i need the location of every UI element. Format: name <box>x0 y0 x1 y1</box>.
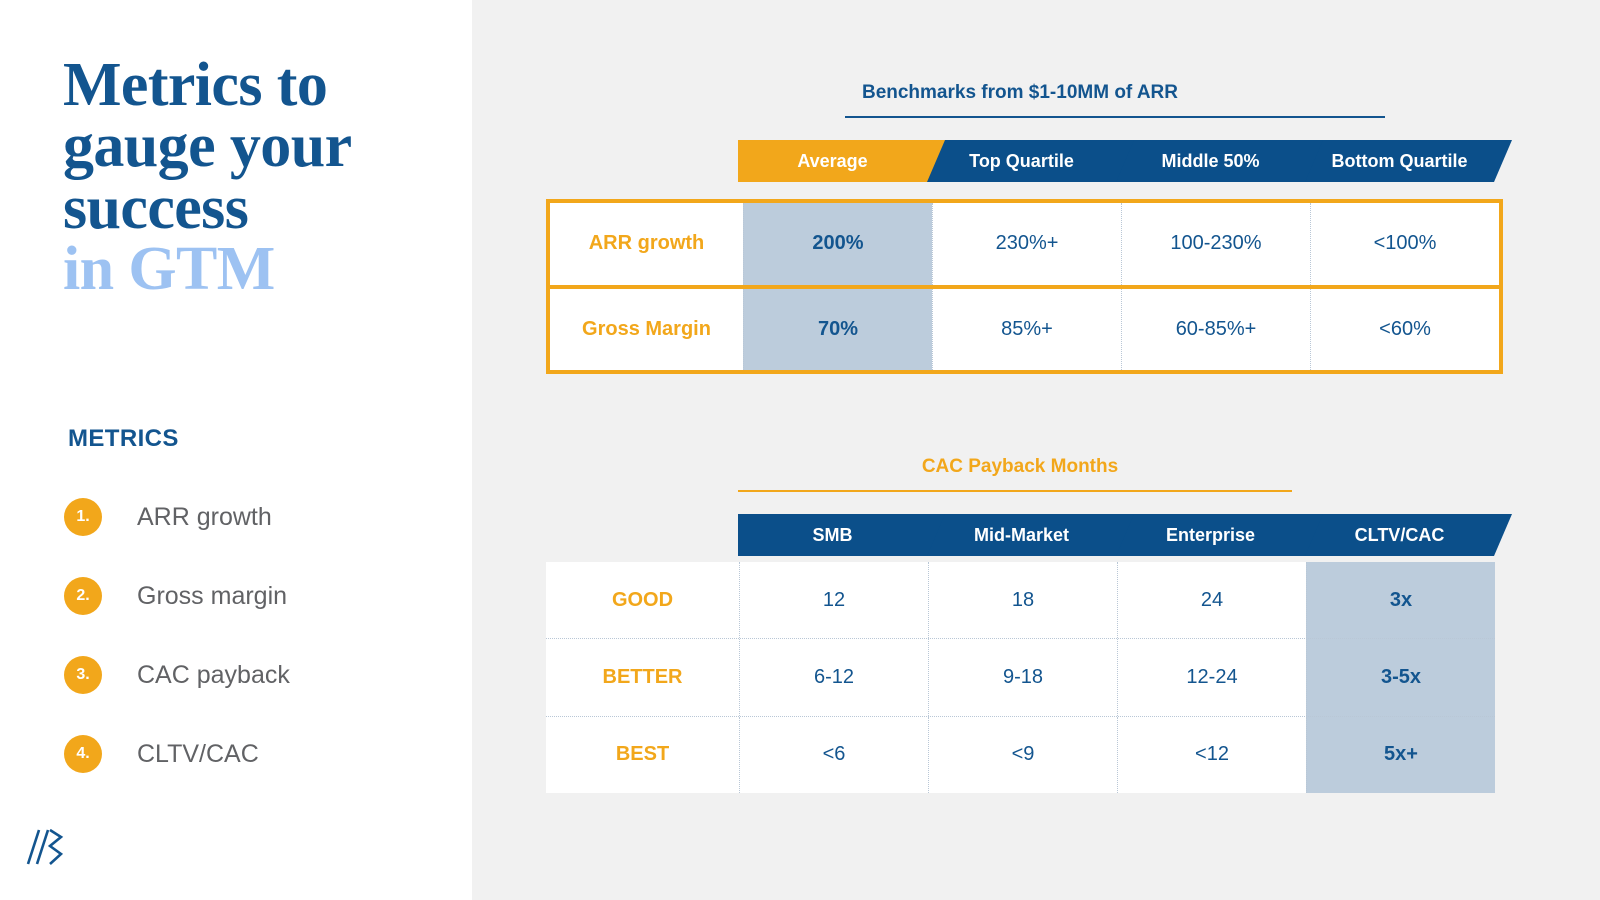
metric-number-badge: 3. <box>64 656 102 694</box>
metric-number-badge: 4. <box>64 735 102 773</box>
metric-item-4[interactable]: 4. CLTV/CAC <box>64 731 444 810</box>
table-cell: 60-85%+ <box>1121 288 1310 370</box>
row-label: ARR growth <box>588 232 705 255</box>
table-cell: 100-230% <box>1121 203 1310 285</box>
table-cell: 5x+ <box>1306 716 1495 793</box>
column-header-label: Top Quartile <box>969 150 1074 171</box>
data-table-benchmarks: ARR growth 200% 230%+ 100-230% <100% Gross Ma… <box>546 199 1503 374</box>
table-block-cac-payback: CAC Payback Months SMB Mid-Market Enterpris… <box>546 0 1494 900</box>
column-header-tab[interactable]: Middle 50% <box>1116 140 1323 182</box>
column-header-tab[interactable]: Mid-Market <box>927 514 1134 556</box>
column-header-label: Mid-Market <box>973 524 1069 545</box>
title-line-1: Metrics to <box>63 51 328 119</box>
title-line-4-accent: in GTM <box>63 235 275 304</box>
metrics-heading: METRICS <box>68 425 179 452</box>
table-cell: 3x <box>1306 562 1495 639</box>
table-cell: <9 <box>928 716 1117 793</box>
left-panel: Metrics to gauge your success in GTM MET… <box>0 0 472 900</box>
row-label: BEST <box>615 743 670 766</box>
column-header-label: Enterprise <box>1165 524 1256 545</box>
page-title: Metrics to gauge your success in GTM <box>63 51 443 304</box>
table-cell: <100% <box>1310 203 1499 285</box>
metric-number-badge: 1. <box>64 498 102 536</box>
table-cell: 12 <box>739 562 928 639</box>
table-row: BETTER 6-12 9-18 12-24 3-5x <box>546 638 1495 716</box>
column-header-tab[interactable]: Top Quartile <box>927 140 1134 182</box>
column-header-label: Middle 50% <box>1161 150 1260 171</box>
slide-canvas: Metrics to gauge your success in GTM MET… <box>0 0 1600 900</box>
column-header-label: Bottom Quartile <box>1331 150 1468 171</box>
metric-item-1[interactable]: 1. ARR growth <box>64 494 444 573</box>
title-line-3: success <box>63 173 249 242</box>
row-label: Gross Margin <box>582 317 711 340</box>
table-title-cac-payback: CAC Payback Months <box>921 456 1119 477</box>
table-cell: <60% <box>1310 288 1499 370</box>
table-title-rule-cac-payback <box>738 490 1292 492</box>
table-cell: 12-24 <box>1117 639 1306 716</box>
table-cell: 70% <box>743 288 932 370</box>
table-cell: 3-5x <box>1306 639 1495 716</box>
column-header-label: Average <box>797 150 868 171</box>
metric-item-3[interactable]: 3. CAC payback <box>64 652 444 731</box>
company-logo-mark <box>24 824 68 870</box>
column-header-tab[interactable]: Average <box>738 140 945 182</box>
table-cell: 18 <box>928 562 1117 639</box>
row-label: BETTER <box>602 665 683 688</box>
data-table-cac-payback: GOOD 12 18 24 3x BETTER 6-12 9-18 12-24 3-5x BEST <… <box>546 562 1495 793</box>
row-label: GOOD <box>611 588 674 611</box>
table-row: ARR growth 200% 230%+ 100-230% <100% <box>550 203 1499 285</box>
metric-number-badge: 2. <box>64 577 102 615</box>
table-cell: 85%+ <box>932 288 1121 370</box>
title-line-2: gauge your <box>63 112 352 181</box>
metric-item-label: Gross margin <box>137 582 288 610</box>
table-cell: 6-12 <box>739 639 928 716</box>
column-header-tab[interactable]: CLTV/CAC <box>1305 514 1512 556</box>
column-header-tab[interactable]: Bottom Quartile <box>1305 140 1512 182</box>
table-cell: <6 <box>739 716 928 793</box>
column-header-label: CLTV/CAC <box>1354 524 1445 545</box>
metric-item-label: CLTV/CAC <box>137 740 259 768</box>
table-cell: 24 <box>1117 562 1306 639</box>
table-row: BEST <6 <9 <12 5x+ <box>546 715 1495 793</box>
metric-item-label: CAC payback <box>137 661 290 689</box>
column-header-tab[interactable]: Enterprise <box>1116 514 1323 556</box>
table-cell: 9-18 <box>928 639 1117 716</box>
column-header-tab[interactable]: SMB <box>738 514 945 556</box>
table-cell: 230%+ <box>932 203 1121 285</box>
table-row: GOOD 12 18 24 3x <box>546 562 1495 639</box>
column-header-label: SMB <box>812 524 853 545</box>
metric-item-label: ARR growth <box>137 503 272 531</box>
metric-item-2[interactable]: 2. Gross margin <box>64 573 444 652</box>
metrics-list: 1. ARR growth 2. Gross margin 3. CAC payback 4… <box>64 494 444 810</box>
table-cell: 200% <box>743 203 932 285</box>
table-row: Gross Margin 70% 85%+ 60-85%+ <60% <box>550 284 1499 370</box>
table-header-tabs-cac-payback: SMB Mid-Market Enterprise CLTV/CAC <box>546 514 1494 556</box>
table-cell: <12 <box>1117 716 1306 793</box>
